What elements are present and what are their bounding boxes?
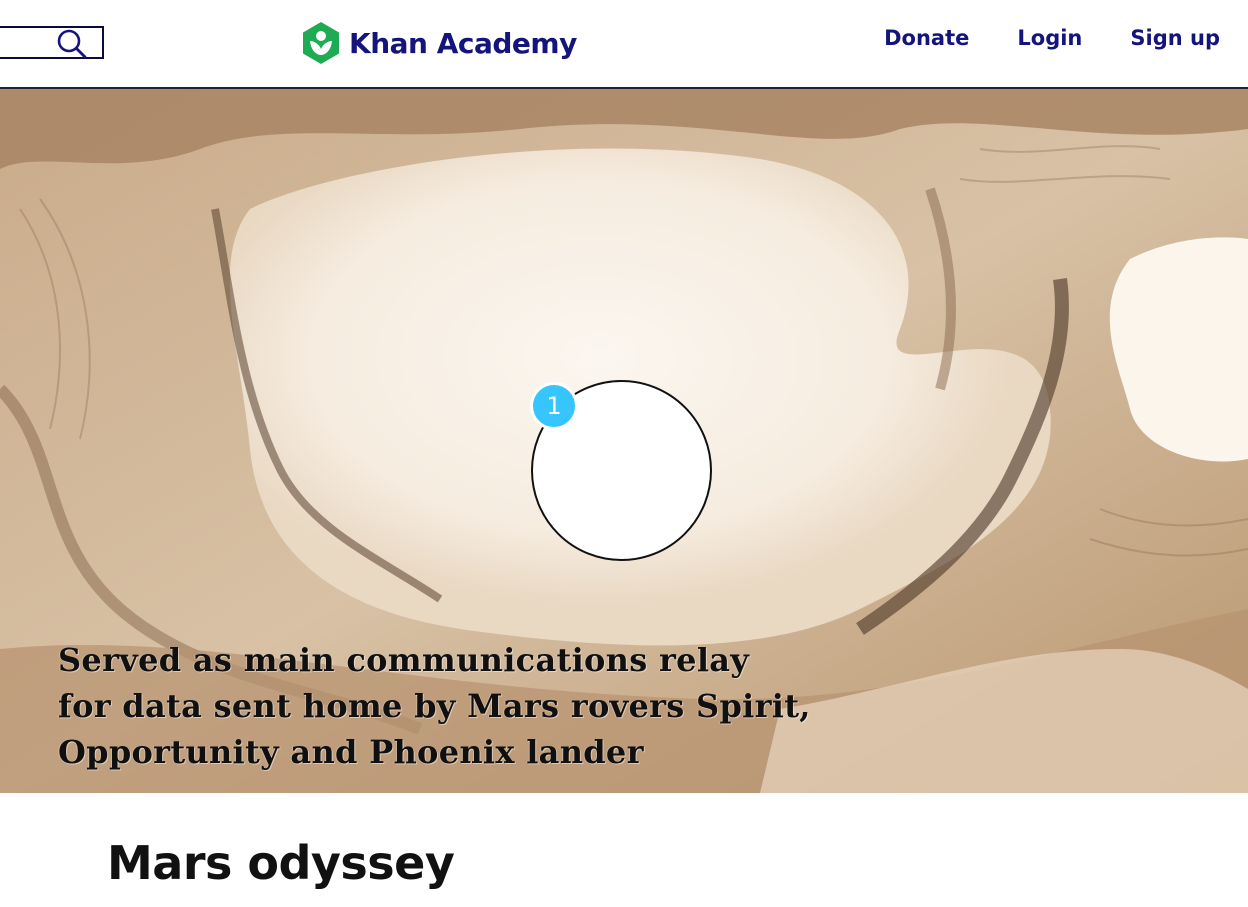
search-icon[interactable] <box>56 29 88 59</box>
login-link[interactable]: Login <box>1017 26 1082 50</box>
site-header: Khan Academy Donate Login Sign up <box>0 0 1248 89</box>
top-nav: Donate Login Sign up <box>884 26 1220 50</box>
signup-link[interactable]: Sign up <box>1130 26 1220 50</box>
video-player[interactable]: Served as main communications relay for … <box>0 89 1248 793</box>
page-title: Mars odyssey <box>107 836 455 890</box>
video-caption: Served as main communications relay for … <box>58 637 811 775</box>
khan-academy-logo-icon <box>303 22 339 64</box>
search-input[interactable] <box>0 26 104 59</box>
caption-line: for data sent home by Mars rovers Spirit… <box>58 687 811 725</box>
step-badge: 1 <box>530 382 578 430</box>
caption-line: Served as main communications relay <box>58 641 750 679</box>
caption-line: Opportunity and Phoenix lander <box>58 733 644 771</box>
khan-academy-logo[interactable]: Khan Academy <box>301 20 577 66</box>
logo-text: Khan Academy <box>349 26 577 60</box>
donate-link[interactable]: Donate <box>884 26 969 50</box>
